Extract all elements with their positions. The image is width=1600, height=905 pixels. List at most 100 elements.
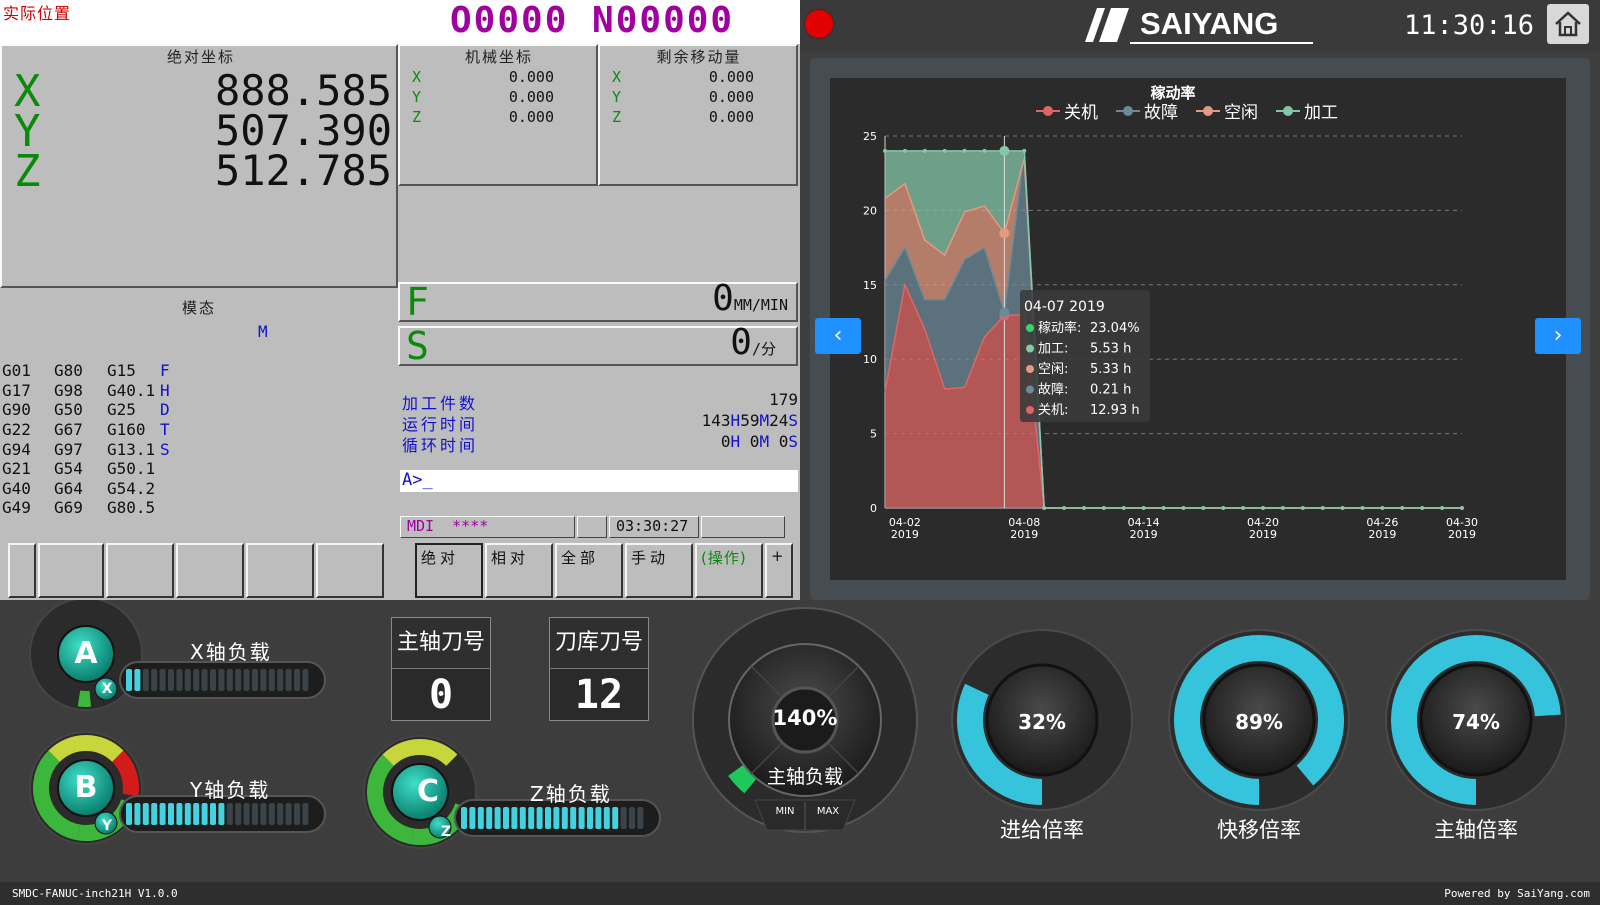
- modal-col-3: G15 G40.1 G25 G160 G13.1 G50.1 G54.2 G80.5: [107, 322, 155, 557]
- load-bar-segment: [260, 803, 267, 825]
- home-button[interactable]: [1547, 4, 1589, 44]
- x-tick-label: 2019: [891, 528, 919, 541]
- cycle-time-value: 0H 0M 0S: [721, 432, 798, 451]
- data-point: [922, 148, 927, 153]
- version-text: SMDC-FANUC-inch21H V1.0.0: [12, 887, 178, 900]
- data-point: [1141, 506, 1146, 510]
- load-bar-segment: [494, 807, 501, 829]
- gcode: G49: [2, 498, 31, 518]
- load-bar-segment: [201, 669, 208, 691]
- load-bar-segment: [226, 803, 233, 825]
- rem-z-value: 0.000: [708, 108, 754, 126]
- seconds: 24: [769, 411, 789, 430]
- gcode: G50.1: [107, 459, 156, 479]
- footer: SMDC-FANUC-inch21H V1.0.0 Powered by Sai…: [0, 882, 1600, 905]
- modal-m-code: M: [258, 322, 268, 341]
- hours: 0: [720, 432, 731, 451]
- data-point: [1420, 506, 1425, 510]
- load-bar-segment: [159, 669, 166, 691]
- tooltip-label: 关机:: [1038, 403, 1068, 418]
- cnc-title: 实际位置: [3, 4, 72, 23]
- load-bar-segment: [176, 803, 183, 825]
- minutes: 59: [740, 411, 760, 430]
- logo-underline: [1130, 42, 1313, 44]
- spindle-load-max: MAX: [816, 806, 840, 817]
- gcode: G64: [54, 478, 83, 498]
- softkey-operate[interactable]: (操作): [695, 543, 763, 598]
- feed-panel: F 0MM/MIN: [398, 278, 798, 324]
- data-point: [902, 148, 907, 153]
- mode-stars: ****: [452, 517, 489, 535]
- softkey-absolute[interactable]: 绝对: [415, 543, 483, 598]
- machine-coords-label: 机械坐标: [464, 48, 533, 66]
- gcode: G17: [2, 380, 31, 400]
- spindle-unit: /分: [751, 340, 776, 358]
- mdi-input[interactable]: A>_: [400, 470, 798, 492]
- spindle-load-min: MIN: [775, 806, 795, 817]
- load-bar-segment: [210, 803, 216, 825]
- load-bar-segment: [545, 807, 551, 829]
- load-bar-segment: [168, 803, 174, 825]
- softkey-blank[interactable]: [246, 543, 314, 598]
- softkey-manual[interactable]: 手动: [625, 543, 693, 598]
- gcode: G40: [2, 478, 31, 498]
- mode-indicator: MDI ****: [400, 516, 575, 538]
- data-point: [1460, 506, 1464, 510]
- gcode: G90: [2, 400, 31, 420]
- dashboard: X轴负载 Y轴负载 Z轴负载 A X B Y C Z 主轴刀号 0 刀库刀号 1…: [0, 600, 1600, 882]
- data-point: [1400, 506, 1405, 510]
- load-bar-segment: [218, 803, 225, 825]
- hover-point: [999, 228, 1010, 239]
- spindle-tool-box: 主轴刀号 0: [391, 617, 491, 721]
- data-point: [1360, 506, 1365, 510]
- gcode: G97: [54, 439, 83, 459]
- legend-marker: [1123, 106, 1133, 116]
- softkey-all[interactable]: 全部: [555, 543, 623, 598]
- gcode: G80: [54, 361, 83, 381]
- clock: 11:30:16: [1404, 10, 1535, 41]
- remaining-move-panel: 剩余移动量 X 0.000 Y 0.000 Z 0.000: [598, 44, 798, 186]
- legend-marker: [1043, 106, 1053, 116]
- mach-y-letter: Y: [412, 88, 422, 106]
- load-bar-segment: [260, 669, 267, 691]
- data-point: [1042, 506, 1047, 510]
- load-bar-segment: [461, 807, 467, 829]
- x-tick-label: 2019: [1368, 528, 1396, 541]
- legend-label: 关机: [1064, 103, 1098, 123]
- x-axis-sub: X: [101, 681, 113, 697]
- modal-code: H: [160, 380, 170, 400]
- chart-next-button[interactable]: ›: [1535, 318, 1581, 354]
- load-bar-segment: [503, 807, 509, 829]
- y-tick-label: 10: [863, 353, 877, 366]
- softkey-next[interactable]: +: [765, 543, 793, 598]
- minutes: 0: [749, 432, 760, 451]
- softkey-relative[interactable]: 相对: [485, 543, 553, 598]
- data-point: [962, 148, 967, 153]
- data-point: [1101, 506, 1106, 510]
- spindle-load-label: 主轴负载: [766, 766, 843, 788]
- load-bar-segment: [243, 669, 250, 691]
- softkey-blank[interactable]: [316, 543, 384, 598]
- y-axis-sub: Y: [101, 818, 113, 834]
- spindle-panel: S 0/分: [398, 322, 798, 368]
- load-bar-segment: [477, 807, 484, 829]
- data-point: [1062, 506, 1067, 510]
- z-axis-load-label: Z轴负载: [530, 782, 612, 806]
- legend-label: 加工: [1304, 103, 1338, 123]
- softkey-blank[interactable]: [38, 543, 104, 598]
- softkey-blank[interactable]: [8, 543, 36, 598]
- mdi-prompt: A>_: [402, 470, 433, 490]
- softkey-blank[interactable]: [106, 543, 174, 598]
- softkey-blank[interactable]: [176, 543, 244, 598]
- data-point: [1261, 506, 1266, 510]
- load-bar-segment: [235, 803, 242, 825]
- tooltip-marker: [1026, 324, 1034, 332]
- tooltip-marker: [1026, 344, 1034, 353]
- load-bar-segment: [142, 669, 149, 691]
- chart-prev-button[interactable]: ‹: [815, 318, 861, 354]
- data-point: [1161, 506, 1166, 510]
- data-point: [1201, 506, 1206, 510]
- tooltip-marker: [1026, 406, 1034, 414]
- spindle-value: 0/分: [730, 322, 776, 363]
- feed-letter: F: [406, 280, 429, 324]
